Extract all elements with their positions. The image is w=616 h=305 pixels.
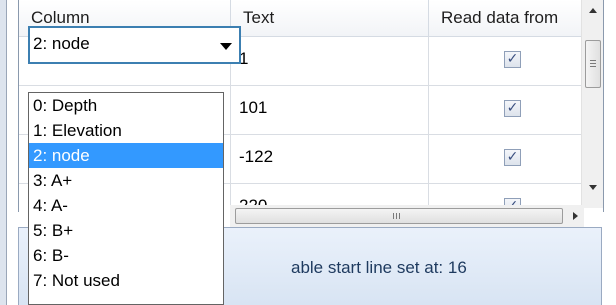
scroll-up-icon — [589, 8, 597, 13]
option-b-plus[interactable]: 5: B+ — [29, 218, 223, 243]
horizontal-scroll-thumb[interactable] — [235, 208, 563, 224]
status-text: able start line set at: 16 — [291, 258, 467, 277]
grip-line — [396, 213, 397, 219]
option-depth[interactable]: 0: Depth — [29, 93, 223, 118]
read-data-checkbox[interactable]: ✓ — [504, 100, 521, 117]
text-cell-value: 101 — [239, 98, 268, 117]
option-not-used[interactable]: 7: Not used — [29, 268, 223, 293]
scroll-right-icon[interactable] — [566, 205, 584, 227]
column-header-text[interactable]: Text — [231, 0, 429, 36]
column-header-read-data[interactable]: Read data from — [429, 0, 581, 36]
grip-line — [590, 66, 596, 67]
option-b-minus[interactable]: 6: B- — [29, 243, 223, 268]
option-a-minus[interactable]: 4: A- — [29, 193, 223, 218]
column-combobox[interactable]: 2: node — [28, 26, 241, 64]
scroll-up-button[interactable] — [582, 0, 603, 20]
read-data-cell: ✓ — [429, 135, 581, 183]
grip-line — [399, 213, 400, 219]
text-cell[interactable]: -122 — [231, 135, 429, 183]
text-cell-value: -122 — [239, 147, 274, 166]
vertical-scroll-thumb[interactable] — [585, 40, 601, 88]
grip-line — [590, 63, 596, 64]
option-node[interactable]: 2: node — [29, 143, 223, 168]
text-cell[interactable]: 101 — [231, 86, 429, 134]
scroll-down-button[interactable] — [582, 178, 603, 198]
read-data-cell: ✓ — [429, 86, 581, 134]
dropdown-arrow-icon[interactable] — [220, 43, 232, 50]
read-data-cell: ✓ — [429, 37, 581, 85]
grip-line — [590, 60, 596, 61]
vertical-scrollbar[interactable] — [581, 0, 603, 208]
column-dropdown-list[interactable]: 0: Depth 1: Elevation 2: node 3: A+ 4: A… — [28, 92, 224, 305]
grip-line — [393, 213, 394, 219]
read-data-checkbox[interactable]: ✓ — [504, 149, 521, 166]
option-a-plus[interactable]: 3: A+ — [29, 168, 223, 193]
combobox-value: 2: node — [33, 34, 90, 53]
option-elevation[interactable]: 1: Elevation — [29, 118, 223, 143]
read-data-checkbox[interactable]: ✓ — [504, 51, 521, 68]
horizontal-scrollbar[interactable] — [230, 205, 584, 227]
window-frame-left — [0, 0, 7, 305]
scroll-down-icon — [589, 185, 597, 190]
text-cell[interactable]: 1 — [231, 37, 429, 85]
